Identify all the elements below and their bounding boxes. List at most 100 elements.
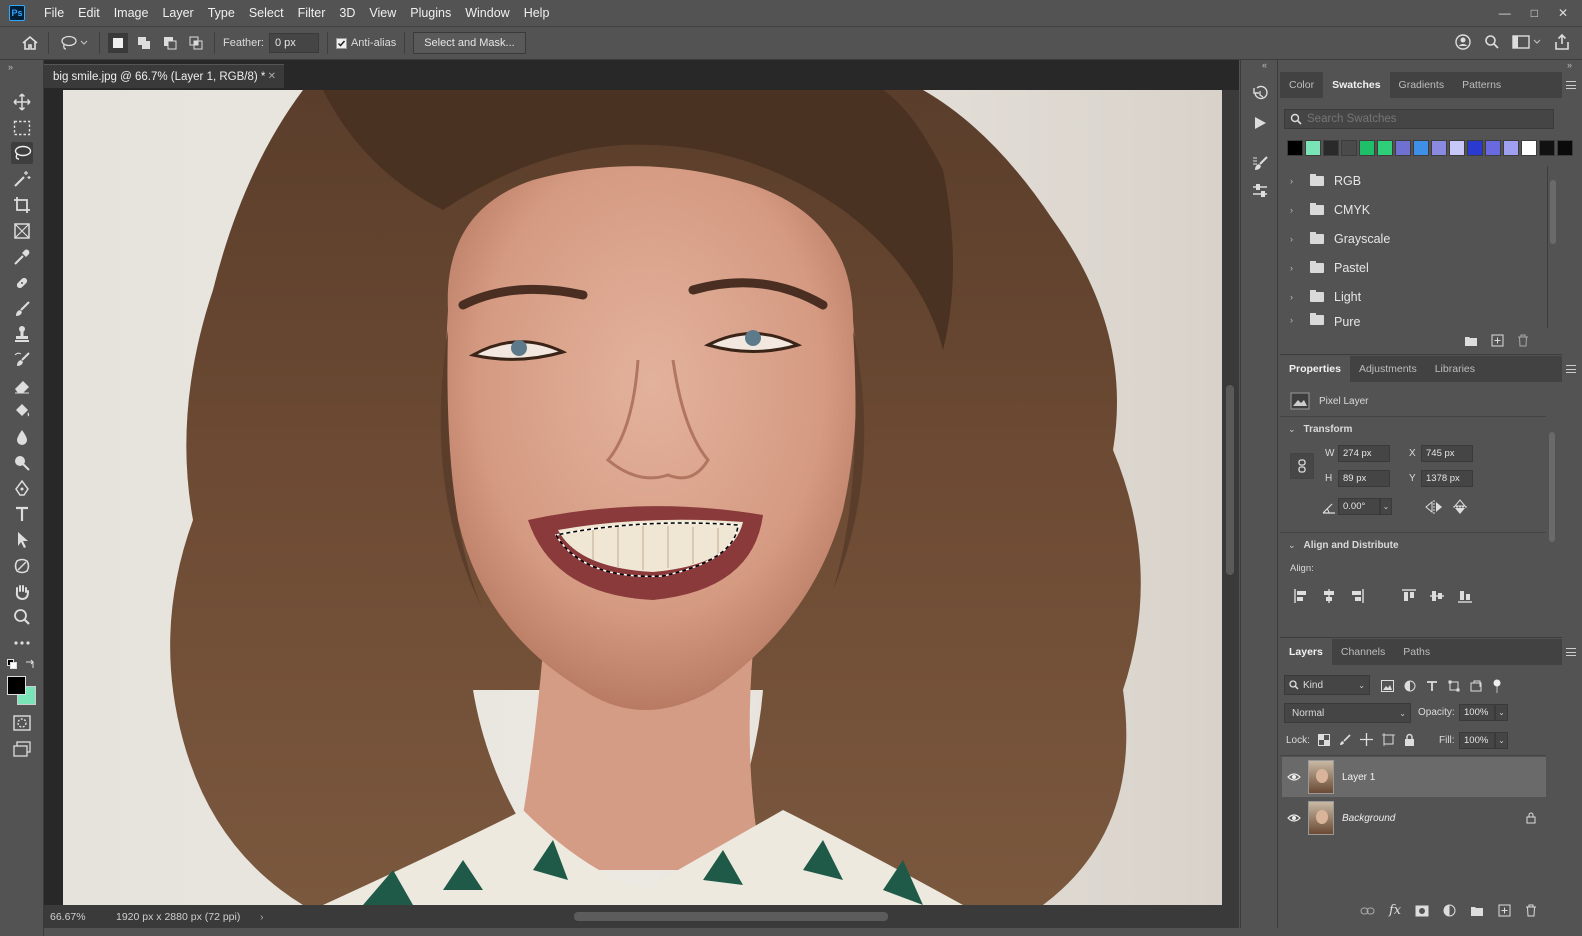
share-user-icon[interactable] — [1454, 33, 1472, 51]
menu-filter[interactable]: Filter — [291, 0, 333, 26]
actions-play-icon[interactable] — [1252, 115, 1268, 131]
color-swatch[interactable] — [1557, 140, 1573, 156]
crop-tool-icon[interactable] — [11, 194, 33, 216]
zoom-tool-icon[interactable] — [11, 606, 33, 628]
color-swatch[interactable] — [1305, 140, 1321, 156]
tab-gradients[interactable]: Gradients — [1390, 72, 1454, 98]
more-tools-icon[interactable] — [11, 632, 33, 654]
y-field[interactable]: 1378 px — [1421, 470, 1473, 487]
color-swatch[interactable] — [1467, 140, 1483, 156]
magic-wand-tool-icon[interactable] — [11, 168, 33, 190]
tab-patterns[interactable]: Patterns — [1453, 72, 1510, 98]
align-section-header[interactable]: ⌄ Align and Distribute — [1288, 540, 1399, 551]
history-panel-icon[interactable] — [1251, 85, 1269, 103]
lasso-preset-icon[interactable] — [57, 33, 91, 53]
minimize-button[interactable]: — — [1499, 6, 1511, 20]
blur-tool-icon[interactable] — [11, 426, 33, 448]
collapse-icons-icon[interactable]: « — [1262, 60, 1267, 70]
history-brush-tool-icon[interactable] — [11, 349, 33, 371]
zoom-level[interactable]: 66.67% — [44, 911, 104, 923]
color-swatch[interactable] — [1377, 140, 1393, 156]
new-swatch-icon[interactable] — [1491, 334, 1504, 347]
vertical-scrollbar[interactable] — [1222, 90, 1239, 905]
angle-dropdown-icon[interactable]: ⌄ — [1380, 498, 1392, 515]
search-swatches-input[interactable] — [1307, 113, 1537, 125]
export-icon[interactable] — [1554, 34, 1570, 50]
lock-image-pixels-icon[interactable] — [1339, 733, 1351, 746]
lock-all-icon[interactable] — [1404, 733, 1415, 746]
align-left-icon[interactable] — [1294, 589, 1308, 603]
transform-section-header[interactable]: ⌄ Transform — [1288, 424, 1352, 435]
swatch-group-cmyk[interactable]: › CMYK — [1282, 195, 1544, 224]
intersect-selection-icon[interactable] — [186, 33, 206, 53]
menu-help[interactable]: Help — [517, 0, 557, 26]
subtract-selection-icon[interactable] — [160, 33, 180, 53]
search-icon[interactable] — [1484, 34, 1500, 50]
brush-tool-icon[interactable] — [11, 298, 33, 320]
new-group-icon[interactable] — [1470, 905, 1484, 917]
flip-vertical-icon[interactable] — [1453, 499, 1467, 515]
lock-position-icon[interactable] — [1360, 733, 1373, 746]
align-vertical-center-icon[interactable] — [1430, 589, 1444, 603]
align-horizontal-center-icon[interactable] — [1322, 589, 1336, 603]
vertical-scroll-thumb[interactable] — [1226, 385, 1234, 575]
filter-adjustment-icon[interactable] — [1404, 680, 1416, 692]
filter-smart-object-icon[interactable] — [1470, 680, 1482, 692]
select-and-mask-button[interactable]: Select and Mask... — [413, 32, 526, 54]
healing-brush-tool-icon[interactable] — [11, 272, 33, 294]
blend-mode-select[interactable]: Normal ⌄ — [1284, 703, 1411, 723]
color-swatch[interactable] — [1323, 140, 1339, 156]
collapse-toolbar-icon[interactable]: » — [8, 62, 13, 72]
adjustment-layer-icon[interactable] — [1443, 904, 1456, 917]
clone-stamp-tool-icon[interactable] — [11, 323, 33, 345]
swatches-search[interactable] — [1284, 109, 1554, 129]
align-right-icon[interactable] — [1350, 589, 1364, 603]
fill-field[interactable]: 100% — [1459, 732, 1495, 749]
paint-bucket-tool-icon[interactable] — [11, 400, 33, 422]
marquee-tool-icon[interactable] — [11, 117, 33, 139]
align-top-icon[interactable] — [1402, 589, 1416, 603]
color-swatch[interactable] — [1431, 140, 1447, 156]
tab-swatches[interactable]: Swatches — [1323, 72, 1390, 98]
lock-artboard-icon[interactable] — [1382, 733, 1395, 746]
layer-filter-kind[interactable]: Kind ⌄ — [1284, 675, 1370, 695]
default-colors-icon[interactable] — [7, 659, 17, 669]
swatch-group-pastel[interactable]: › Pastel — [1282, 253, 1544, 282]
swatch-group-pure[interactable]: › Pure — [1282, 311, 1544, 327]
menu-type[interactable]: Type — [201, 0, 242, 26]
color-swatch[interactable] — [1395, 140, 1411, 156]
layers-menu-icon[interactable] — [1566, 648, 1576, 656]
tab-channels[interactable]: Channels — [1332, 639, 1394, 665]
color-swatch[interactable] — [1485, 140, 1501, 156]
flip-horizontal-icon[interactable] — [1425, 500, 1443, 514]
foreground-color-swatch[interactable] — [7, 676, 26, 695]
type-tool-icon[interactable] — [11, 503, 33, 525]
tab-paths[interactable]: Paths — [1394, 639, 1439, 665]
color-swatch[interactable] — [1449, 140, 1465, 156]
opacity-dropdown-icon[interactable]: ⌄ — [1495, 704, 1508, 721]
swatch-group-grayscale[interactable]: › Grayscale — [1282, 224, 1544, 253]
eye-icon[interactable] — [1286, 813, 1302, 823]
tab-libraries[interactable]: Libraries — [1426, 356, 1484, 382]
menu-view[interactable]: View — [362, 0, 403, 26]
move-tool-icon[interactable] — [11, 91, 33, 113]
add-mask-icon[interactable] — [1415, 905, 1429, 917]
color-swatch[interactable] — [1413, 140, 1429, 156]
color-swatch[interactable] — [1341, 140, 1357, 156]
menu-plugins[interactable]: Plugins — [403, 0, 458, 26]
close-button[interactable]: ✕ — [1558, 6, 1568, 20]
menu-image[interactable]: Image — [107, 0, 156, 26]
close-tab-icon[interactable]: ✕ — [268, 65, 276, 89]
menu-3d[interactable]: 3D — [332, 0, 362, 26]
workspace-icon[interactable] — [1512, 34, 1542, 50]
lasso-tool-icon[interactable] — [11, 142, 33, 164]
tab-properties[interactable]: Properties — [1280, 356, 1350, 382]
angle-field[interactable]: 0.00° — [1338, 498, 1380, 515]
width-field[interactable]: 274 px — [1338, 445, 1390, 462]
swatches-scrollbar[interactable] — [1547, 166, 1557, 328]
properties-scrollbar[interactable] — [1547, 420, 1557, 606]
new-swatch-group-icon[interactable] — [1464, 335, 1478, 347]
lock-transparent-pixels-icon[interactable] — [1318, 733, 1330, 746]
eraser-tool-icon[interactable] — [11, 375, 33, 397]
menu-edit[interactable]: Edit — [71, 0, 107, 26]
